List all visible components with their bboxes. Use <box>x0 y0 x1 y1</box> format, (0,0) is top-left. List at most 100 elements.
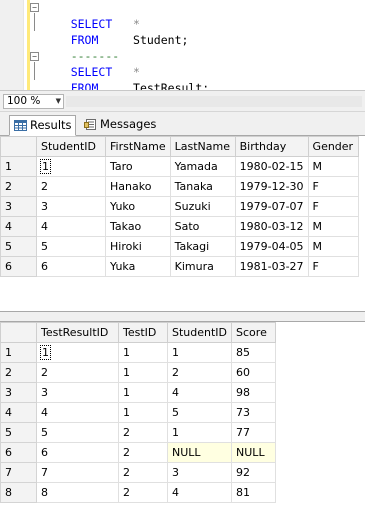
table-cell[interactable]: 1 <box>36 342 119 363</box>
table-cell[interactable]: 2 <box>36 362 119 383</box>
table-cell[interactable]: 2 <box>118 462 168 483</box>
column-header[interactable]: TestID <box>118 322 168 343</box>
table-cell[interactable]: 3 <box>36 382 119 403</box>
table-row[interactable]: 6 6 2 NULL NULL <box>0 442 277 463</box>
table-cell[interactable]: 2 <box>166 362 233 383</box>
table-cell[interactable]: 3 <box>36 196 106 217</box>
table-cell[interactable]: 5 <box>36 422 119 443</box>
table-cell[interactable]: 92 <box>231 462 277 483</box>
table-cell[interactable]: Yuko <box>105 196 171 217</box>
table-cell[interactable]: F <box>307 256 359 277</box>
student-results-grid[interactable]: StudentID FirstName LastName Birthday Ge… <box>0 136 365 311</box>
table-cell[interactable]: 77 <box>231 422 277 443</box>
column-header[interactable]: Birthday <box>234 136 309 157</box>
table-cell[interactable]: 4 <box>166 482 233 503</box>
table-cell[interactable]: F <box>307 176 359 197</box>
table-cell[interactable]: 60 <box>231 362 277 383</box>
table-row[interactable]: 4 4 Takao Sato 1980-03-12 M <box>0 216 359 237</box>
table-cell[interactable]: 98 <box>231 382 277 403</box>
table-cell[interactable]: Yuka <box>105 256 171 277</box>
table-cell[interactable]: Sato <box>169 216 236 237</box>
table-cell[interactable]: 81 <box>231 482 277 503</box>
table-cell[interactable]: Tanaka <box>169 176 236 197</box>
table-row[interactable]: 7 7 2 3 92 <box>0 462 277 483</box>
table-cell[interactable]: 1 <box>166 422 233 443</box>
table-cell[interactable]: 6 <box>36 442 119 463</box>
table-cell[interactable]: 1 <box>166 342 233 363</box>
column-header[interactable]: LastName <box>169 136 236 157</box>
table-row[interactable]: 2 2 Hanako Tanaka 1979-12-30 F <box>0 176 359 197</box>
code-line-5[interactable]: FROM TestResult; <box>43 64 210 95</box>
table-row[interactable]: 6 6 Yuka Kimura 1981-03-27 F <box>0 256 359 277</box>
table-cell[interactable]: 4 <box>36 216 106 237</box>
table-cell[interactable]: 1 <box>118 362 168 383</box>
table-cell[interactable]: 1 <box>118 342 168 363</box>
row-number[interactable]: 3 <box>0 196 37 217</box>
table-cell[interactable]: 2 <box>118 422 168 443</box>
table-cell[interactable]: Yamada <box>169 156 236 177</box>
row-number[interactable]: 6 <box>0 442 37 463</box>
table-cell[interactable]: 7 <box>36 462 119 483</box>
table-row[interactable]: 1 1 Taro Yamada 1980-02-15 M <box>0 156 359 177</box>
table-cell[interactable]: F <box>307 196 359 217</box>
table-cell[interactable]: M <box>307 216 359 237</box>
table-cell[interactable]: 1981-03-27 <box>234 256 309 277</box>
column-header[interactable]: StudentID <box>36 136 106 157</box>
table-cell[interactable]: NULL <box>231 442 277 463</box>
table-cell[interactable]: Taro <box>105 156 171 177</box>
table-cell[interactable]: Takagi <box>169 236 236 257</box>
row-number[interactable]: 2 <box>0 176 37 197</box>
table-cell[interactable]: 2 <box>36 176 106 197</box>
table-row[interactable]: 2 2 1 2 60 <box>0 362 277 383</box>
grid-corner[interactable] <box>0 136 37 157</box>
table-cell[interactable]: 1979-04-05 <box>234 236 309 257</box>
table-cell[interactable]: 8 <box>36 482 119 503</box>
tab-messages[interactable]: Messages <box>80 115 158 136</box>
zoom-dropdown[interactable]: 100 % ▼ <box>3 94 64 109</box>
table-cell[interactable]: 1979-07-07 <box>234 196 309 217</box>
table-cell[interactable]: 3 <box>166 462 233 483</box>
table-cell[interactable]: 5 <box>166 402 233 423</box>
table-row[interactable]: 1 1 1 1 85 <box>0 342 277 363</box>
table-cell[interactable]: 1 <box>36 156 106 177</box>
row-number[interactable]: 4 <box>0 216 37 237</box>
code-line-4[interactable]: SELECT * <box>43 48 140 79</box>
testresult-results-grid[interactable]: TestResultID TestID StudentID Score 1111… <box>0 322 365 505</box>
column-header[interactable]: Gender <box>307 136 359 157</box>
table-cell[interactable]: 4 <box>166 382 233 403</box>
table-cell[interactable]: 1 <box>118 382 168 403</box>
table-cell[interactable]: M <box>307 236 359 257</box>
table-cell[interactable]: 73 <box>231 402 277 423</box>
table-cell[interactable]: 2 <box>118 482 168 503</box>
table-cell[interactable]: M <box>307 156 359 177</box>
table-cell[interactable]: Hanako <box>105 176 171 197</box>
row-number[interactable]: 4 <box>0 402 37 423</box>
table-cell[interactable]: 85 <box>231 342 277 363</box>
table-cell[interactable]: NULL <box>166 442 233 463</box>
row-number[interactable]: 2 <box>0 362 37 383</box>
code-line-3[interactable]: ------- <box>43 32 119 63</box>
grid-corner[interactable] <box>0 322 37 343</box>
table-cell[interactable]: Kimura <box>169 256 236 277</box>
table-cell[interactable]: 1 <box>118 402 168 423</box>
table-row[interactable]: 5 5 Hiroki Takagi 1979-04-05 M <box>0 236 359 257</box>
row-number[interactable]: 1 <box>0 342 37 363</box>
table-cell[interactable]: 1979-12-30 <box>234 176 309 197</box>
table-cell[interactable]: Suzuki <box>169 196 236 217</box>
table-row[interactable]: 3 3 1 4 98 <box>0 382 277 403</box>
table-cell[interactable]: 1980-03-12 <box>234 216 309 237</box>
column-header[interactable]: FirstName <box>105 136 171 157</box>
table-row[interactable]: 5 5 2 1 77 <box>0 422 277 443</box>
testresult-table[interactable]: TestResultID TestID StudentID Score 1111… <box>0 322 277 503</box>
table-cell[interactable]: 2 <box>118 442 168 463</box>
row-number[interactable]: 5 <box>0 236 37 257</box>
sql-editor[interactable]: − − SELECT * FROM Student; ------- SELEC… <box>0 0 365 95</box>
table-row[interactable]: 3 3 Yuko Suzuki 1979-07-07 F <box>0 196 359 217</box>
row-number[interactable]: 8 <box>0 482 37 503</box>
row-number[interactable]: 1 <box>0 156 37 177</box>
code-line-1[interactable]: SELECT * <box>43 0 140 31</box>
row-number[interactable]: 7 <box>0 462 37 483</box>
row-number[interactable]: 5 <box>0 422 37 443</box>
table-cell[interactable]: Hiroki <box>105 236 171 257</box>
column-header[interactable]: StudentID <box>166 322 233 343</box>
